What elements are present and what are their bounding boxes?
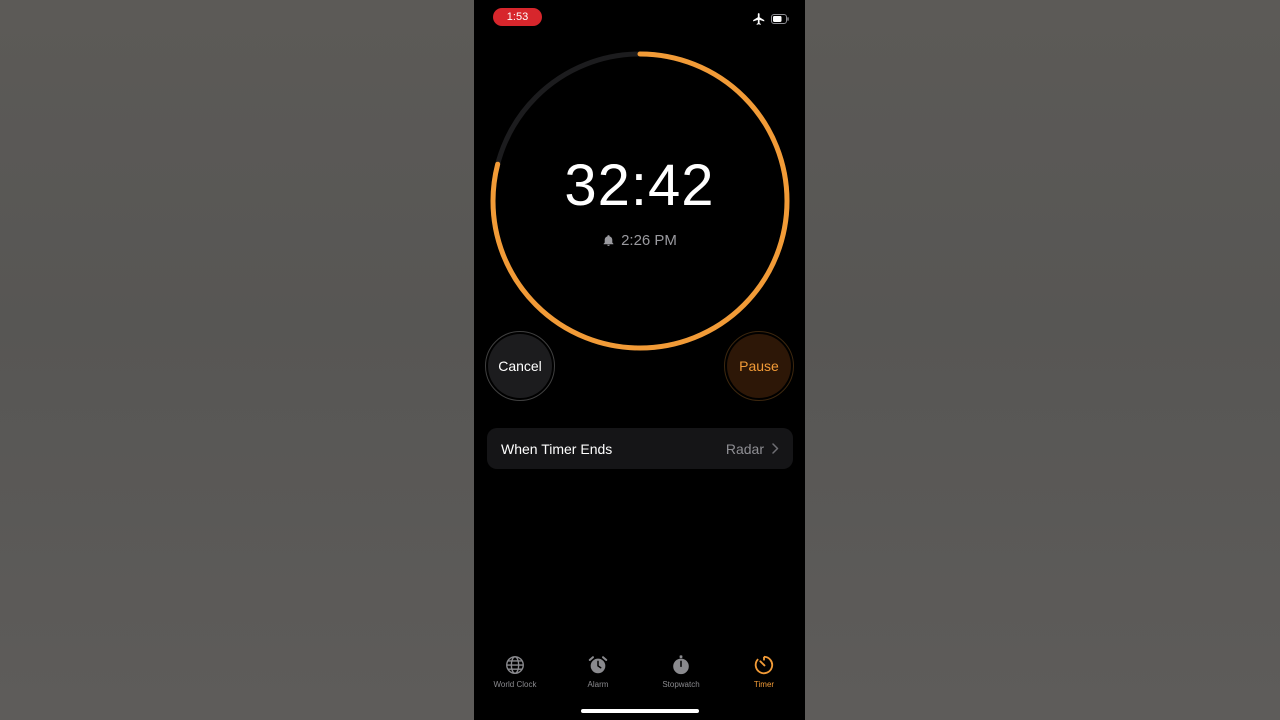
tab-alarm-label: Alarm — [587, 680, 609, 689]
bell-icon — [603, 235, 614, 246]
alarm-clock-icon — [588, 656, 608, 674]
tab-stopwatch[interactable]: Stopwatch — [646, 654, 716, 689]
background-left — [0, 0, 474, 720]
end-time-label: 2:26 PM — [621, 232, 677, 249]
tab-timer-label: Timer — [753, 680, 775, 689]
background-right — [805, 0, 1280, 720]
home-indicator[interactable] — [581, 709, 699, 713]
pause-button[interactable]: Pause — [724, 331, 794, 401]
when-timer-ends-row[interactable]: When Timer Ends Radar — [487, 428, 793, 469]
tab-alarm[interactable]: Alarm — [563, 654, 633, 689]
end-time: 2:26 PM — [474, 232, 805, 249]
tab-bar: World Clock Alarm Stopwatch Timer — [474, 654, 805, 694]
globe-icon — [506, 656, 524, 674]
cancel-button[interactable]: Cancel — [485, 331, 555, 401]
tab-timer[interactable]: Timer — [729, 654, 799, 689]
tab-world-clock-label: World Clock — [493, 680, 537, 689]
when-timer-ends-label: When Timer Ends — [501, 440, 613, 457]
timer-icon — [754, 655, 774, 675]
when-timer-ends-value: Radar — [725, 440, 764, 457]
pause-button-label: Pause — [739, 358, 779, 374]
tab-world-clock[interactable]: World Clock — [480, 654, 550, 689]
status-time-pill[interactable]: 1:53 — [493, 8, 542, 26]
tab-stopwatch-label: Stopwatch — [662, 680, 700, 689]
battery-icon — [771, 14, 789, 24]
when-timer-ends-value-wrap: Radar — [726, 441, 779, 457]
phone-screen: 1:53 32:42 2:26 PM Cancel Pause When Tim… — [474, 0, 805, 720]
chevron-right-icon — [772, 443, 779, 454]
time-remaining: 32:42 — [564, 153, 715, 218]
airplane-icon — [753, 13, 765, 25]
stopwatch-icon — [673, 655, 689, 675]
cancel-button-label: Cancel — [498, 358, 542, 374]
